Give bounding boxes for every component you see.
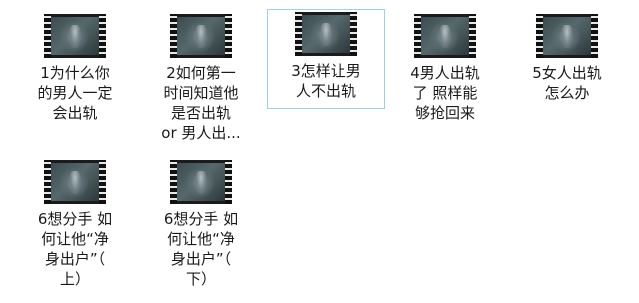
file-label: 5女人出轨 怎么办: [532, 64, 602, 102]
video-file-6b[interactable]: 6想分手 如 何让他“净 身出户”（ 下）: [142, 157, 260, 290]
file-label: 3怎样让男 人不出轨: [291, 62, 361, 100]
video-thumbnail-icon: [170, 160, 232, 204]
video-thumbnail-icon: [295, 12, 357, 56]
video-file-5[interactable]: 5女人出轨 怎么办: [508, 11, 626, 104]
video-file-3[interactable]: 3怎样让男 人不出轨: [267, 9, 385, 109]
video-file-2[interactable]: 2如何第一 时间知道他 是否出轨 or 男人出...: [142, 11, 260, 144]
video-thumbnail-icon: [44, 160, 106, 204]
video-thumbnail-icon: [170, 14, 232, 58]
file-grid: 1为什么你 的男人一定 会出轨 2如何第一 时间知道他 是否出轨 or 男人出.…: [0, 0, 639, 303]
video-file-6a[interactable]: 6想分手 如 何让他“净 身出户”（ 上）: [16, 157, 134, 290]
file-label: 6想分手 如 何让他“净 身出户”（ 上）: [37, 210, 113, 288]
file-label: 1为什么你 的男人一定 会出轨: [37, 64, 113, 122]
video-thumbnail-icon: [536, 14, 598, 58]
video-file-1[interactable]: 1为什么你 的男人一定 会出轨: [16, 11, 134, 124]
file-label: 2如何第一 时间知道他 是否出轨 or 男人出...: [161, 64, 241, 142]
video-file-4[interactable]: 4男人出轨 了 照样能 够抢回来: [386, 11, 504, 124]
file-label: 4男人出轨 了 照样能 够抢回来: [410, 64, 480, 122]
video-thumbnail-icon: [414, 14, 476, 58]
file-label: 6想分手 如 何让他“净 身出户”（ 下）: [163, 210, 239, 288]
video-thumbnail-icon: [44, 14, 106, 58]
